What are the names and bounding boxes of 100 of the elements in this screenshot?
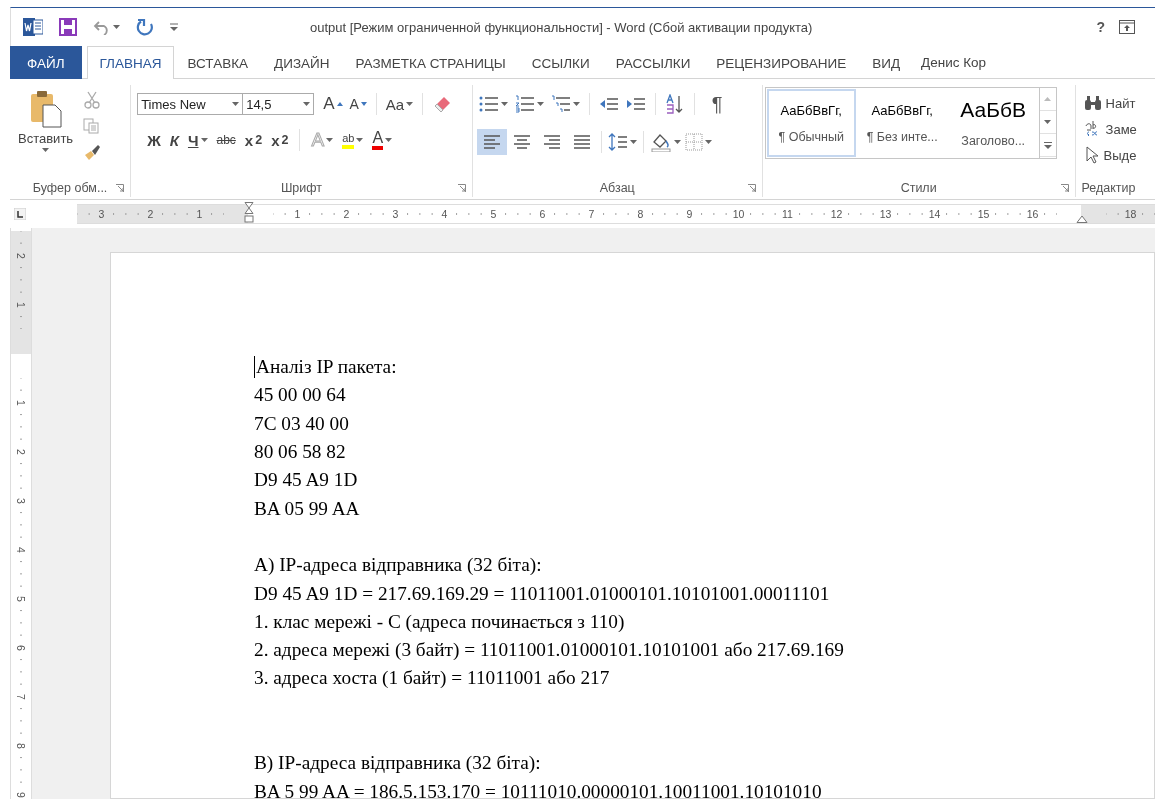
ribbon-tab[interactable]: ССЫЛКИ bbox=[518, 46, 603, 79]
cursor-arrow-icon bbox=[1083, 146, 1100, 164]
caret-icon bbox=[42, 148, 50, 152]
style-preview: АаБбВвГг, bbox=[780, 102, 842, 118]
ruler-number: 9 bbox=[684, 208, 695, 220]
caret-icon bbox=[303, 102, 311, 106]
right-indent-marker-icon[interactable] bbox=[1075, 215, 1088, 223]
document-text-line: B) IP-адреса відправника (32 біта): bbox=[254, 751, 541, 776]
style-preview: АаБбВвГг, bbox=[871, 102, 933, 118]
caret-icon bbox=[406, 102, 414, 106]
document-text-line: 1. клас мережі - C (адреса починається з 110) bbox=[254, 609, 625, 634]
align-right-icon bbox=[542, 133, 561, 151]
font-name-field[interactable]: Times New bbox=[137, 93, 244, 115]
ruler-number: 9 bbox=[15, 790, 27, 799]
file-tab[interactable]: ФАЙЛ bbox=[10, 46, 82, 79]
ruler-number: 5 bbox=[15, 594, 27, 603]
account-name[interactable]: Денис Кор bbox=[921, 46, 987, 79]
dialog-launcher-icon[interactable] bbox=[457, 184, 466, 192]
bold-button[interactable]: Ж bbox=[145, 129, 163, 151]
multilevel-list-icon bbox=[550, 95, 571, 113]
help-button[interactable]: ? bbox=[1096, 19, 1105, 35]
circular-arrow-icon bbox=[136, 18, 154, 36]
ruler-number: 13 bbox=[877, 208, 894, 220]
ribbon-tab[interactable]: РЕЦЕНЗИРОВАНИЕ bbox=[703, 46, 860, 79]
style-item[interactable]: АаБбВвГг, ¶ Обычный bbox=[766, 89, 856, 157]
style-item[interactable]: АаБбВ Заголово... bbox=[948, 89, 1038, 157]
ruler-number: 16 bbox=[1024, 208, 1041, 220]
caret-icon bbox=[113, 25, 120, 29]
document-text-line: A) IP-адреса відправника (32 біта): bbox=[254, 553, 542, 578]
ruler-number: 6 bbox=[15, 643, 27, 652]
italic-button[interactable]: К bbox=[167, 129, 181, 151]
ruler-number: 18 bbox=[1122, 208, 1139, 220]
save-button[interactable] bbox=[57, 16, 79, 38]
style-preview: АаБбВ bbox=[960, 98, 1027, 122]
caret-up-icon bbox=[336, 102, 343, 106]
dialog-launcher-icon[interactable] bbox=[116, 184, 125, 192]
ruler-number: 6 bbox=[537, 208, 548, 220]
grow-font-button[interactable]: A bbox=[321, 93, 345, 115]
change-case-button[interactable]: Aa bbox=[383, 93, 416, 115]
dialog-launcher-icon[interactable] bbox=[747, 184, 756, 192]
caret-icon bbox=[200, 138, 208, 142]
indent-marker-icon[interactable] bbox=[243, 202, 254, 226]
ribbon-tab[interactable]: ВСТАВКА bbox=[174, 46, 262, 79]
ruler-number: 1 bbox=[15, 300, 27, 309]
dialog-launcher-icon[interactable] bbox=[1060, 184, 1069, 192]
editing-button[interactable]: Выде bbox=[1081, 143, 1139, 167]
ruler-number: 1 bbox=[15, 398, 27, 407]
word-logo-icon[interactable] bbox=[21, 16, 45, 38]
caret-icon bbox=[629, 140, 637, 144]
caret-icon bbox=[500, 102, 508, 106]
caret-icon bbox=[673, 140, 681, 144]
clipboard-icon bbox=[28, 89, 63, 129]
ribbon-tab[interactable]: ВИД bbox=[859, 46, 914, 79]
document-text-line: 3. адреса хоста (1 байт) = 11011001 або 217 bbox=[254, 666, 610, 691]
document-text-line: 7C 03 40 00 bbox=[254, 411, 349, 436]
caret-down-icon bbox=[1044, 120, 1052, 124]
ruler-number: 12 bbox=[828, 208, 845, 220]
strikethrough-button[interactable]: abc bbox=[214, 129, 238, 151]
style-name: ¶ Обычный bbox=[778, 129, 844, 144]
underline-button[interactable]: Ч bbox=[185, 129, 210, 151]
show-formatting-button[interactable]: ¶ bbox=[709, 93, 725, 115]
highlight-button[interactable]: ab bbox=[340, 129, 366, 151]
document-text-line: Аналіз IP пакета: bbox=[256, 355, 397, 380]
ribbon-tab[interactable]: ДИЗАЙН bbox=[261, 46, 343, 79]
document-text-line: 80 06 58 82 bbox=[254, 440, 346, 465]
editing-button[interactable]: Заме bbox=[1081, 117, 1139, 141]
ruler-number: 7 bbox=[15, 692, 27, 701]
tab-stop-icon[interactable] bbox=[13, 208, 26, 220]
style-item[interactable]: АаБбВвГг, ¶ Без инте... bbox=[857, 89, 947, 157]
word-document-icon bbox=[23, 18, 43, 36]
editing-button[interactable]: Найт bbox=[1081, 91, 1139, 115]
redo-button[interactable] bbox=[134, 16, 156, 38]
caret-icon bbox=[385, 138, 393, 142]
ruler-number: 4 bbox=[15, 545, 27, 554]
outdent-icon bbox=[598, 96, 619, 112]
caret-icon bbox=[572, 102, 580, 106]
ruler-number: 5 bbox=[488, 208, 499, 220]
align-left-button[interactable] bbox=[476, 129, 507, 155]
ribbon-tab[interactable]: РАЗМЕТКА СТРАНИЦЫ bbox=[342, 46, 519, 79]
font-size-field[interactable]: 14,5 bbox=[242, 93, 315, 115]
ruler-number: 3 bbox=[96, 208, 107, 220]
group-label: Буфер обм... bbox=[32, 181, 108, 195]
font-color-button[interactable]: A bbox=[370, 129, 395, 151]
document-text-line: BA 05 99 AA bbox=[254, 496, 360, 521]
style-name: ¶ Без инте... bbox=[866, 129, 938, 144]
document-text-line: D9 45 A9 1D bbox=[254, 468, 358, 493]
ruler-number: 1 bbox=[194, 208, 205, 220]
ribbon-tab[interactable]: РАССЫЛКИ bbox=[602, 46, 704, 79]
ruler-number: 4 bbox=[439, 208, 450, 220]
bulleted-list-icon bbox=[478, 95, 499, 113]
caret-icon bbox=[356, 138, 364, 142]
shrink-font-button[interactable]: A bbox=[347, 93, 369, 115]
align-left-icon bbox=[482, 133, 501, 151]
ribbon-tab[interactable]: ГЛАВНАЯ bbox=[86, 46, 175, 79]
binoculars-icon bbox=[1083, 95, 1102, 111]
paste-button[interactable]: Вставить bbox=[14, 85, 78, 179]
sort-icon bbox=[664, 94, 685, 114]
caret-down-icon bbox=[360, 102, 367, 106]
paintbrush-icon bbox=[83, 143, 102, 161]
ruler-number: 8 bbox=[635, 208, 646, 220]
